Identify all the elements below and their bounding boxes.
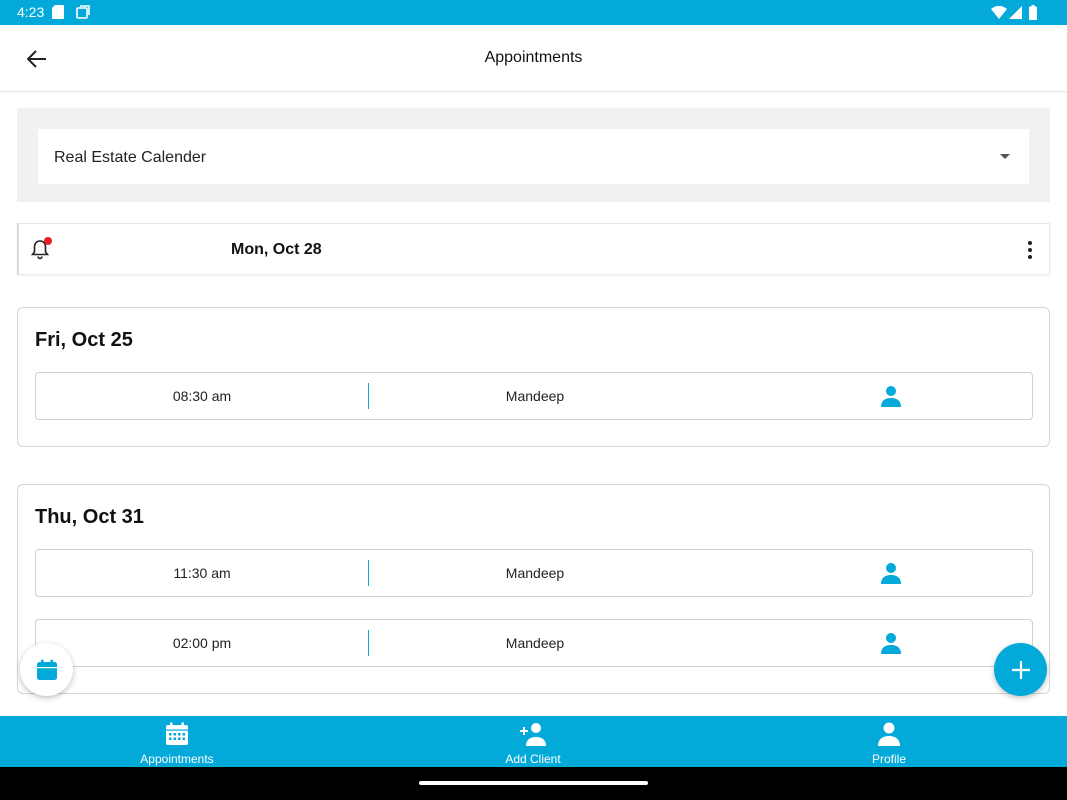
bottom-nav: Appointments Add Client Profile (0, 716, 1067, 767)
appointment-row[interactable]: 08:30 am Mandeep (35, 372, 1033, 420)
kebab-dot (1028, 248, 1032, 252)
person-icon[interactable] (879, 384, 903, 408)
appointment-client-name: Mandeep (505, 565, 565, 581)
home-gesture-handle[interactable] (419, 781, 648, 785)
person-icon (878, 722, 900, 746)
day-title: Thu, Oct 31 (35, 506, 144, 528)
day-card: Fri, Oct 25 08:30 am Mandeep (17, 307, 1050, 447)
status-time: 4:23 (17, 4, 45, 20)
add-appointment-fab[interactable] (994, 643, 1047, 696)
calendar-select-container: Real Estate Calender (17, 108, 1050, 202)
more-options-button[interactable] (1025, 239, 1035, 261)
appointment-time: 11:30 am (173, 565, 231, 581)
nav-label: Add Client (505, 752, 561, 766)
calendar-dropdown-value: Real Estate Calender (54, 149, 207, 166)
add-person-icon (520, 723, 546, 746)
nav-label: Profile (871, 752, 906, 766)
calendar-dropdown[interactable]: Real Estate Calender (38, 129, 1029, 184)
appointment-client-name: Mandeep (505, 388, 565, 404)
day-card: Thu, Oct 31 11:30 am Mandeep 02:00 pm Ma… (17, 484, 1050, 694)
plus-icon (1011, 660, 1030, 679)
appointment-time: 08:30 am (172, 388, 232, 404)
app-bar: Appointments (0, 25, 1067, 92)
person-icon[interactable] (879, 561, 903, 585)
calendar-icon (36, 659, 57, 680)
nav-item-appointments[interactable]: Appointments (77, 716, 277, 767)
kebab-dot (1028, 241, 1032, 245)
sd-card-icon (52, 5, 64, 19)
date-bar: Mon, Oct 28 (17, 223, 1050, 275)
person-icon[interactable] (879, 631, 903, 655)
status-bar: 4:23 (0, 0, 1067, 25)
signal-icon (1009, 6, 1022, 19)
nav-item-add-client[interactable]: Add Client (433, 716, 633, 767)
appointment-row[interactable]: 02:00 pm Mandeep (35, 619, 1033, 667)
page-title: Appointments (484, 49, 583, 66)
notification-badge (44, 237, 52, 245)
nav-item-profile[interactable]: Profile (789, 716, 989, 767)
kebab-dot (1028, 255, 1032, 259)
battery-icon (1029, 5, 1037, 20)
wifi-icon (991, 6, 1007, 19)
system-nav-bar (0, 767, 1067, 800)
current-date: Mon, Oct 28 (231, 241, 322, 258)
appointment-row[interactable]: 11:30 am Mandeep (35, 549, 1033, 597)
appointment-time: 02:00 pm (172, 635, 232, 651)
calendar-fab[interactable] (20, 643, 73, 696)
day-title: Fri, Oct 25 (35, 329, 133, 351)
screenshot-icon (76, 5, 90, 19)
app-screen: 4:23 Appointments Real Estate Calender M… (0, 0, 1067, 800)
appointment-client-name: Mandeep (505, 635, 565, 651)
calendar-icon (166, 722, 188, 745)
nav-label: Appointments (140, 752, 214, 766)
dropdown-arrow-icon (1000, 154, 1010, 159)
